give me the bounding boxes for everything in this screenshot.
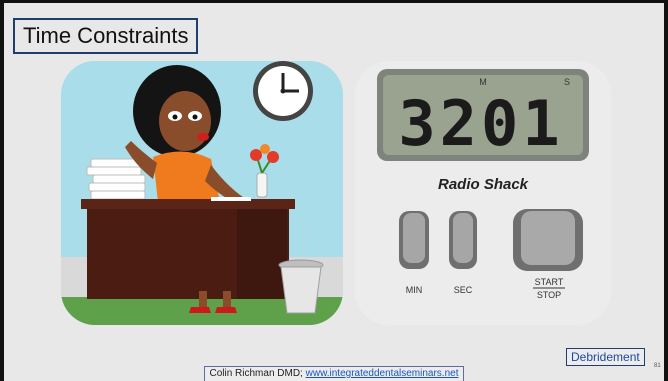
- slide: Time Constraints M S 3201 Radio Shack MI…: [0, 0, 668, 381]
- lcd-s-label: S: [564, 77, 570, 87]
- footer-website-link[interactable]: www.integrateddentalseminars.net: [306, 368, 459, 379]
- start-stop-button[interactable]: [513, 209, 583, 271]
- clock-icon: [253, 61, 313, 121]
- stop-label: STOP: [537, 290, 561, 300]
- lcd-m-label: M: [479, 77, 487, 87]
- debridement-link[interactable]: Debridement: [566, 348, 645, 366]
- slide-title: Time Constraints: [13, 18, 199, 54]
- sec-button[interactable]: [449, 211, 477, 269]
- trash-can-icon: [278, 259, 324, 314]
- busy-woman-illustration: [61, 61, 343, 325]
- sec-label: SEC: [454, 285, 473, 295]
- min-button[interactable]: [399, 211, 429, 269]
- footer-author: Colin Richman DMD;: [209, 368, 306, 379]
- min-label: MIN: [406, 285, 423, 295]
- slide-number: 81: [654, 363, 661, 369]
- desk: [81, 199, 295, 299]
- start-label: START: [535, 277, 564, 287]
- brand-label: Radio Shack: [438, 176, 529, 193]
- kitchen-timer-photo: M S 3201 Radio Shack MIN SEC START STOP: [355, 61, 611, 325]
- timer-display: 3201: [398, 87, 563, 160]
- footer-credit: Colin Richman DMD; www.integrateddentals…: [204, 366, 464, 381]
